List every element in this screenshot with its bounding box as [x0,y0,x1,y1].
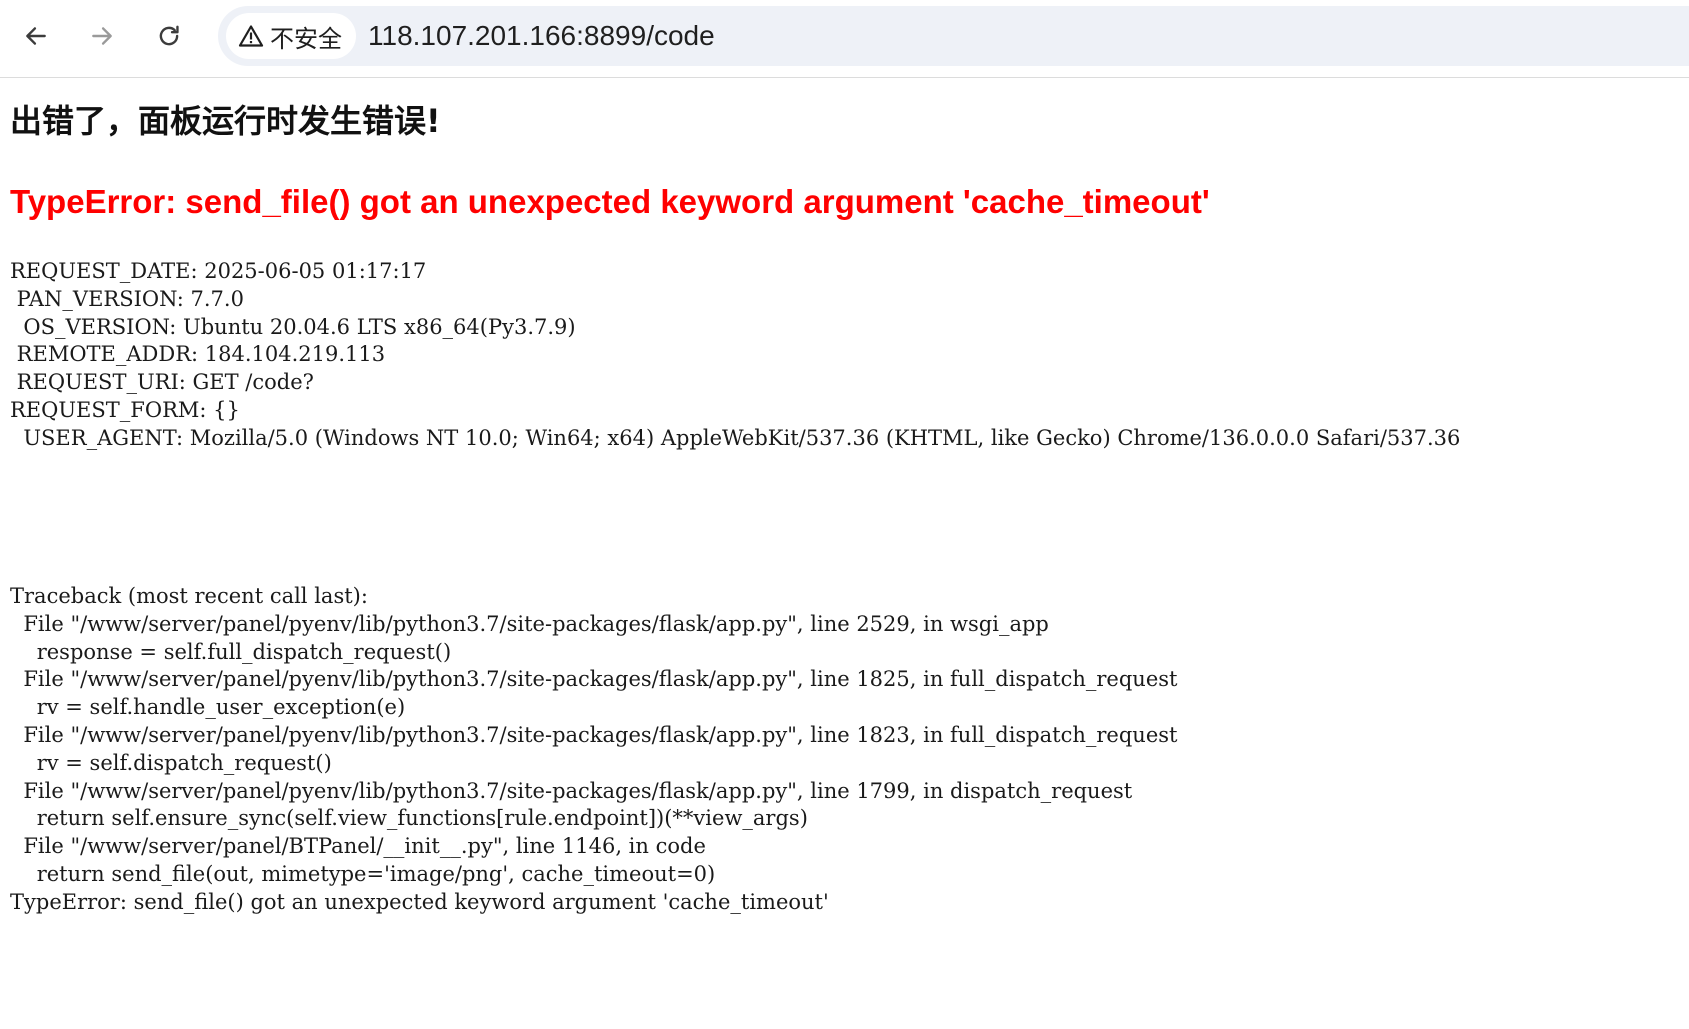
traceback-line: rv = self.handle_user_exception(e) [10,695,406,720]
info-line-pan-version: PAN_VERSION: 7.7.0 [10,286,244,311]
arrow-right-icon [89,23,115,49]
info-line-user-agent: USER_AGENT: Mozilla/5.0 (Windows NT 10.0… [10,425,1461,450]
info-line-request-uri: REQUEST_URI: GET /code? [10,370,314,395]
info-line-os-version: OS_VERSION: Ubuntu 20.04.6 LTS x86_64(Py… [10,314,576,339]
reload-icon [156,23,182,49]
info-line-request-date: REQUEST_DATE: 2025-06-05 01:17:17 [10,259,427,283]
info-line-request-form: REQUEST_FORM: {} [10,397,240,422]
reload-button[interactable] [147,14,191,58]
back-button[interactable] [14,14,58,58]
forward-button[interactable] [80,14,124,58]
traceback-line: File "/www/server/panel/pyenv/lib/python… [10,722,1178,747]
info-line-remote-addr: REMOTE_ADDR: 184.104.219.113 [10,342,386,367]
security-label: 不安全 [270,24,342,53]
browser-toolbar: 不安全 118.107.201.166:8899/code [0,0,1689,78]
error-heading: TypeError: send_file() got an unexpected… [10,183,1210,220]
traceback-line: return send_file(out, mimetype='image/pn… [10,861,716,886]
traceback-line: File "/www/server/panel/pyenv/lib/python… [10,611,1049,636]
security-indicator[interactable]: 不安全 [226,13,356,59]
traceback-line: response = self.full_dispatch_request() [10,639,452,664]
request-info-block: REQUEST_DATE: 2025-06-05 01:17:17 PAN_VE… [10,258,1460,453]
traceback-block: Traceback (most recent call last): File … [10,583,1177,917]
traceback-line: File "/www/server/panel/pyenv/lib/python… [10,778,1133,803]
traceback-line: File "/www/server/panel/BTPanel/__init__… [10,834,706,859]
warning-triangle-icon [238,24,264,48]
url-text[interactable]: 118.107.201.166:8899/code [368,18,715,54]
address-bar[interactable]: 不安全 118.107.201.166:8899/code [218,6,1689,66]
traceback-line: rv = self.dispatch_request() [10,750,332,775]
traceback-line: Traceback (most recent call last): [10,584,368,608]
page-title: 出错了，面板运行时发生错误! [10,102,441,140]
traceback-line: TypeError: send_file() got an unexpected… [10,889,829,914]
traceback-line: return self.ensure_sync(self.view_functi… [10,806,808,831]
arrow-left-icon [23,23,49,49]
traceback-line: File "/www/server/panel/pyenv/lib/python… [10,667,1178,692]
